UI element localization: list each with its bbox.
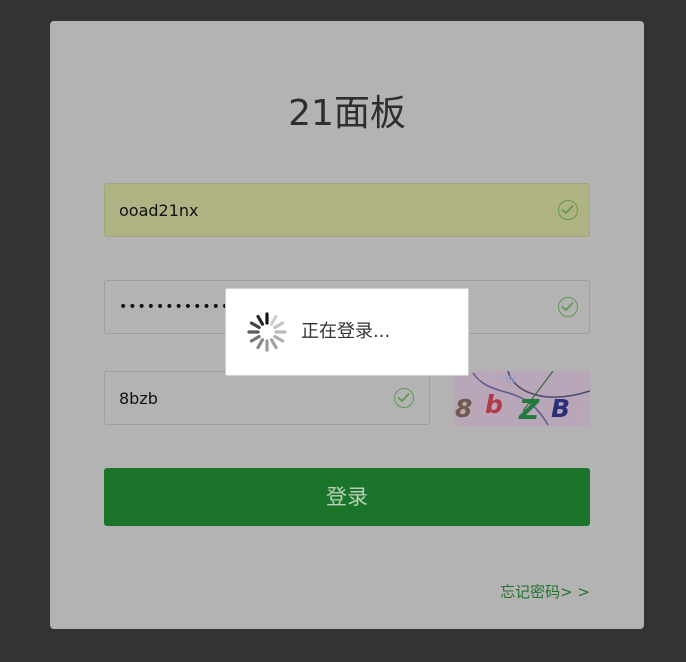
captcha-field[interactable] [104,371,430,425]
loading-text: 正在登录... [301,321,391,342]
svg-text:Z: Z [518,393,540,426]
captcha-graphic: W V V 8 b Z B [453,371,590,426]
check-circle-icon [394,388,414,408]
spinner-icon [247,312,287,352]
loading-dialog: 正在登录... [225,288,469,376]
login-button[interactable]: 登录 [104,468,590,526]
page-title: 21面板 [288,93,406,134]
svg-text:B: B [551,394,570,423]
forgot-password-link[interactable]: 忘记密码> > [500,581,590,602]
svg-text:V: V [490,372,497,382]
captcha-input[interactable] [105,372,429,424]
username-field[interactable] [104,183,590,237]
svg-text:b: b [485,390,503,419]
check-circle-icon [558,200,578,220]
svg-text:W: W [505,373,516,386]
captcha-image[interactable]: W V V 8 b Z B [453,371,590,426]
svg-text:8: 8 [455,394,472,423]
check-circle-icon [558,297,578,317]
username-input[interactable] [105,184,589,236]
login-page: 21面板 W V [0,0,686,662]
svg-text:V: V [580,412,587,422]
